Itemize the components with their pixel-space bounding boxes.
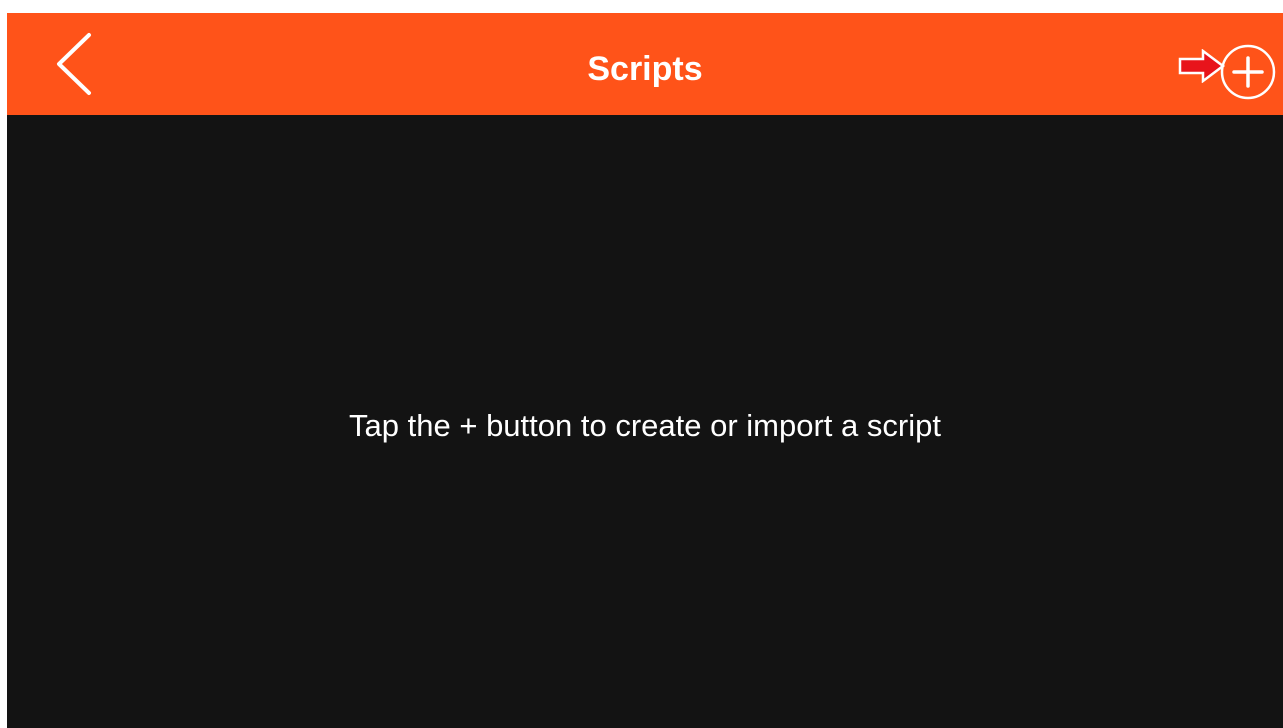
empty-state-message: Tap the + button to create or import a s… — [349, 408, 941, 443]
page-title: Scripts — [587, 50, 703, 88]
plus-circle-icon — [1220, 44, 1276, 100]
add-script-button[interactable] — [1219, 43, 1277, 101]
scripts-screen: Scripts Tap the + button to create or im… — [7, 13, 1283, 728]
navigation-bar: Scripts — [7, 13, 1283, 115]
